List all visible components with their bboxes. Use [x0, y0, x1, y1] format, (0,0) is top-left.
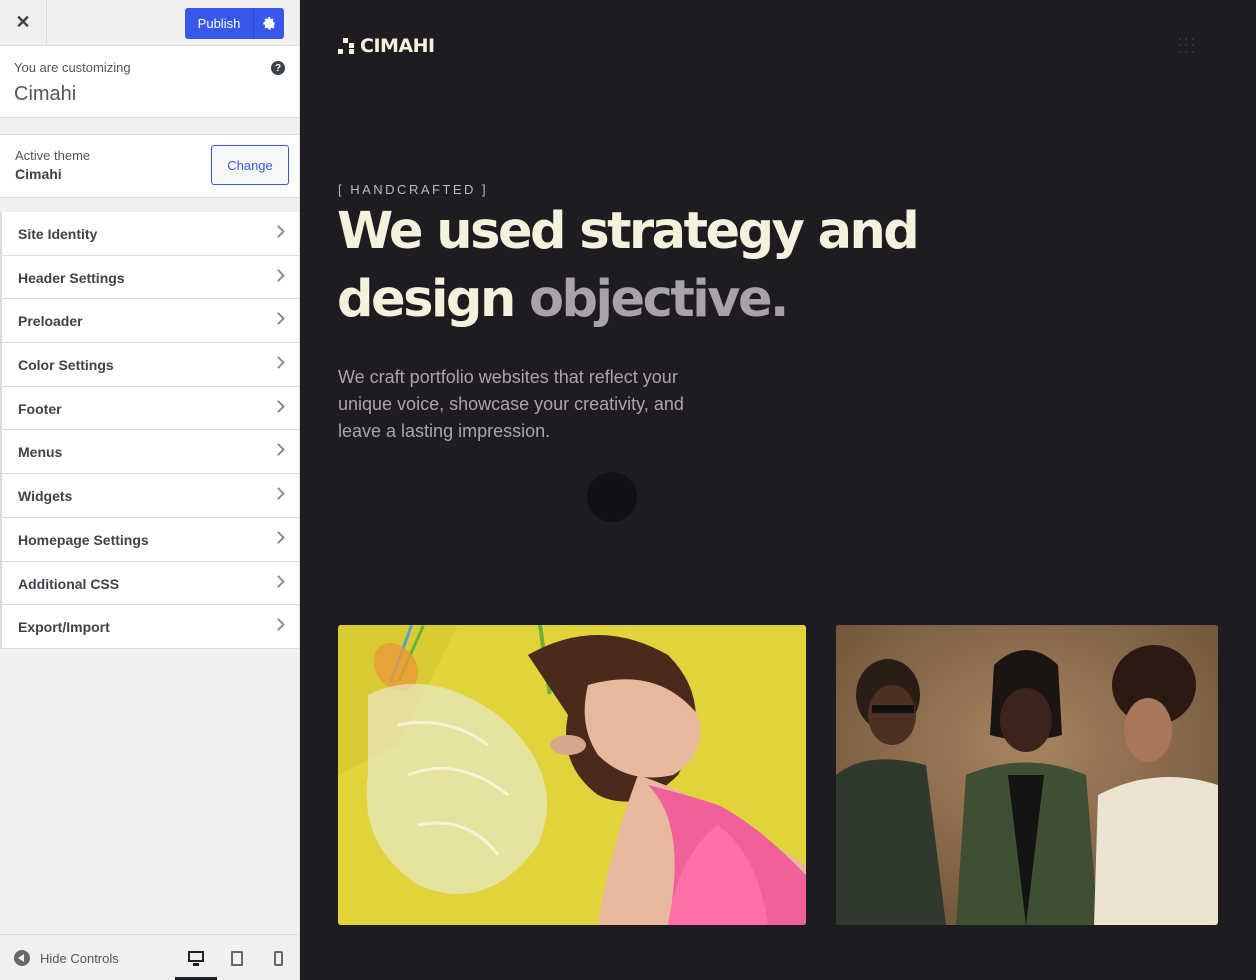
portfolio-image-2[interactable]: [836, 625, 1218, 925]
section-header-settings[interactable]: Header Settings: [0, 255, 299, 300]
customizer-footer: Hide Controls: [0, 934, 299, 980]
section-preloader[interactable]: Preloader: [0, 299, 299, 344]
help-icon[interactable]: ?: [271, 61, 285, 75]
chevron-right-icon: [272, 268, 285, 282]
grid-menu-icon[interactable]: [1179, 38, 1195, 54]
publish-group: Publish: [185, 8, 284, 39]
customizing-label: You are customizing: [14, 60, 131, 75]
section-site-identity[interactable]: Site Identity: [0, 212, 299, 256]
chevron-right-icon: [272, 487, 285, 500]
chevron-right-icon: [272, 530, 285, 544]
section-homepage-settings[interactable]: Homepage Settings: [0, 517, 299, 562]
section-menus[interactable]: Menus: [0, 430, 299, 475]
tablet-icon: [231, 950, 243, 966]
hide-controls-button[interactable]: Hide Controls: [14, 950, 119, 966]
section-widgets[interactable]: Widgets: [0, 474, 299, 518]
hero-lead: We craft portfolio websites that reflect…: [338, 367, 684, 441]
hide-controls-icon: [14, 950, 30, 966]
section-label: Export/Import: [18, 619, 110, 636]
publish-settings-button[interactable]: [253, 8, 284, 39]
hero-eyebrow: [ HANDCRAFTED ]: [338, 182, 489, 197]
section-label: Menus: [18, 444, 63, 461]
section-additional-css[interactable]: Additional CSS: [0, 561, 299, 606]
publish-button[interactable]: Publish: [185, 8, 253, 39]
chevron-right-icon: [272, 443, 285, 457]
logo-text: CIMAHI: [360, 35, 435, 57]
hero-headline: We used strategy and design objective.: [337, 198, 937, 334]
active-theme-section: Active theme Cimahi Change: [0, 134, 299, 198]
customizer-sections: Site Identity Header Settings Preloader …: [0, 212, 299, 649]
section-footer[interactable]: Footer: [0, 386, 299, 431]
active-theme-label: Active theme: [15, 148, 91, 163]
chevron-right-icon: [272, 225, 285, 238]
customizer-sidebar: ✕ Publish You are customizing Cimahi ? A…: [0, 0, 300, 980]
section-label: Widgets: [18, 488, 73, 505]
scroll-cursor-circle[interactable]: [587, 472, 637, 522]
chevron-right-icon: [272, 618, 285, 632]
section-color-settings[interactable]: Color Settings: [0, 343, 299, 387]
photo-woman-yellow: [338, 625, 806, 925]
section-label: Footer: [18, 400, 62, 417]
preview-tablet-button[interactable]: [216, 935, 258, 980]
customizing-info: You are customizing Cimahi ?: [0, 46, 299, 118]
section-label: Color Settings: [18, 357, 114, 374]
chevron-right-icon: [272, 574, 285, 588]
mobile-icon: [273, 950, 283, 966]
section-label: Site Identity: [18, 226, 98, 242]
headline-muted: objective.: [529, 270, 789, 329]
close-icon: ✕: [15, 12, 31, 32]
section-label: Homepage Settings: [18, 531, 149, 548]
customizer-header: ✕ Publish: [0, 0, 299, 46]
section-label: Preloader: [18, 313, 83, 330]
photo-three-men: [836, 625, 1218, 925]
site-preview: CIMAHI [ HANDCRAFTED ] We used strategy …: [300, 0, 1256, 980]
active-theme-name: Cimahi: [15, 166, 62, 182]
section-export-import[interactable]: Export/Import: [0, 605, 299, 649]
desktop-icon: [188, 950, 204, 966]
chevron-right-icon: [272, 312, 285, 326]
chevron-right-icon: [272, 399, 285, 413]
preview-mobile-button[interactable]: [257, 935, 299, 980]
site-name: Cimahi: [14, 83, 77, 105]
close-button[interactable]: ✕: [0, 0, 47, 45]
logo-mark-icon: [338, 38, 354, 54]
gear-icon: [262, 17, 275, 30]
section-label: Header Settings: [18, 269, 125, 286]
section-label: Additional CSS: [18, 575, 120, 592]
chevron-right-icon: [272, 356, 285, 369]
change-theme-button[interactable]: Change: [211, 145, 289, 185]
preview-desktop-button[interactable]: [175, 935, 217, 980]
portfolio-image-1[interactable]: [338, 625, 806, 925]
site-logo[interactable]: CIMAHI: [338, 35, 435, 57]
hide-controls-label: Hide Controls: [40, 950, 119, 966]
